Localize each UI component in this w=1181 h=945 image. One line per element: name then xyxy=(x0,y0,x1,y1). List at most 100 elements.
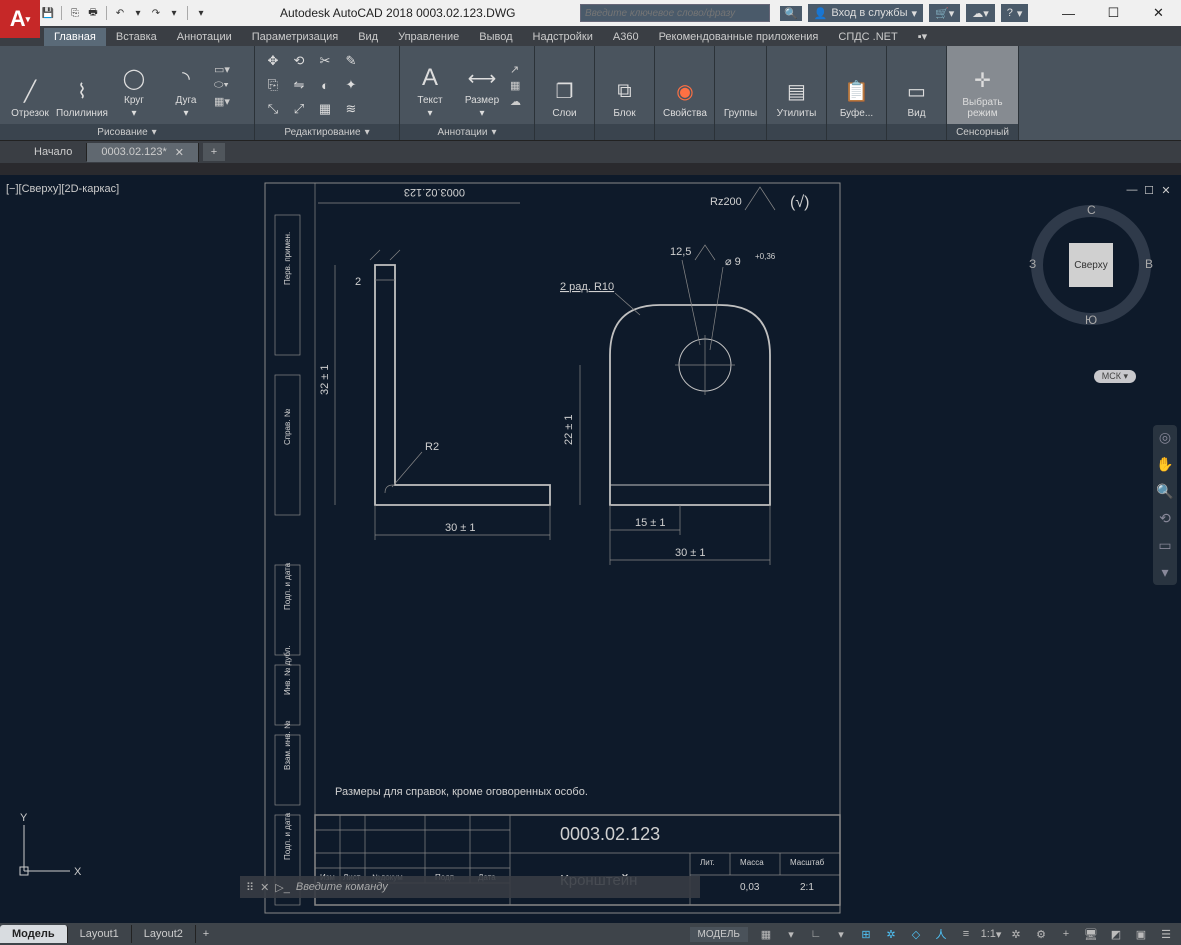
polar-icon[interactable]: ✲ xyxy=(880,925,902,943)
viewcube[interactable]: Сверху С Ю В З xyxy=(1031,205,1151,325)
model-space-badge[interactable]: МОДЕЛЬ xyxy=(690,927,748,942)
redo-icon[interactable]: ↷ xyxy=(148,5,164,21)
rect-icon[interactable]: ▭▾ xyxy=(214,63,230,76)
move-icon[interactable]: ✥ xyxy=(261,50,285,72)
explode-icon[interactable]: ✦ xyxy=(339,74,363,96)
lineweight-icon[interactable]: ≡ xyxy=(955,925,977,943)
select-mode-button[interactable]: ✛Выбрать режим xyxy=(953,49,1012,121)
text-button[interactable]: АТекст▾ xyxy=(406,49,454,121)
command-line[interactable]: ⠿ ✕ ▷_ Введите команду xyxy=(240,876,700,898)
trim-icon[interactable]: ✂ xyxy=(313,50,337,72)
annomarker-icon[interactable]: + xyxy=(1055,925,1077,943)
undo-icon[interactable]: ↶ xyxy=(112,5,128,21)
tab-spds[interactable]: СПДС .NET xyxy=(828,28,907,46)
otrack-icon[interactable]: 人 xyxy=(930,925,952,943)
stretch-icon[interactable]: ⤡ xyxy=(261,98,285,120)
layout-add-button[interactable]: + xyxy=(196,928,216,940)
nav-expand-icon[interactable]: ▾ xyxy=(1161,564,1168,581)
status-dropdown-icon[interactable]: ▾ xyxy=(780,925,802,943)
cloud-icon[interactable]: ☁ xyxy=(510,95,521,108)
minimize-button[interactable]: ― xyxy=(1046,0,1091,26)
tab-addins[interactable]: Надстройки xyxy=(523,28,603,46)
ortho-icon[interactable]: ⊞ xyxy=(855,925,877,943)
clipboard-button[interactable]: 📋Буфе... xyxy=(833,49,880,121)
vp-minimize-icon[interactable]: ― xyxy=(1125,183,1139,197)
scale-icon[interactable]: ⤢ xyxy=(287,98,311,120)
tab-parametric[interactable]: Параметризация xyxy=(242,28,348,46)
layers-button[interactable]: ❐Слои xyxy=(541,49,588,121)
maximize-button[interactable]: ☐ xyxy=(1091,0,1136,26)
osnap-icon[interactable]: ◇ xyxy=(905,925,927,943)
wcs-badge[interactable]: МСК ▾ xyxy=(1094,370,1136,383)
tab-manage[interactable]: Управление xyxy=(388,28,469,46)
viewcube-face[interactable]: Сверху xyxy=(1069,243,1113,287)
tab-a360[interactable]: A360 xyxy=(603,28,649,46)
drawing-canvas[interactable]: [−][Сверху][2D-каркас] ― ☐ ✕ 0003.02.123… xyxy=(0,175,1181,923)
copy-icon[interactable]: ⎘ xyxy=(261,74,285,96)
close-icon[interactable]: ✕ xyxy=(175,146,184,159)
mirror-icon[interactable]: ⇋ xyxy=(287,74,311,96)
offset-icon[interactable]: ≋ xyxy=(339,98,363,120)
annovisibility-icon[interactable]: ✲ xyxy=(1005,925,1027,943)
close-button[interactable]: ✕ xyxy=(1136,0,1181,26)
tab-output[interactable]: Вывод xyxy=(469,28,522,46)
tab-insert[interactable]: Вставка xyxy=(106,28,167,46)
table-icon[interactable]: ▦ xyxy=(510,79,521,92)
ellipse-icon[interactable]: ⬭▾ xyxy=(214,79,230,92)
cleanscreen-icon[interactable]: ▣ xyxy=(1130,925,1152,943)
nav-wheel-icon[interactable]: ◎ xyxy=(1159,429,1171,446)
grid-icon[interactable]: ▦ xyxy=(755,925,777,943)
props-button[interactable]: ◉Свойства xyxy=(661,49,709,121)
arc-button[interactable]: ◝Дуга▾ xyxy=(162,49,210,121)
signin-button[interactable]: 👤 Вход в службы ▾ xyxy=(808,4,923,22)
workspace-icon[interactable]: ⚙ xyxy=(1030,925,1052,943)
erase-icon[interactable]: ✎ xyxy=(339,50,363,72)
save-icon[interactable]: 💾 xyxy=(40,5,56,21)
dropdown-icon[interactable]: ▾ xyxy=(130,5,146,21)
nav-showmotion-icon[interactable]: ▭ xyxy=(1158,537,1171,554)
tab-view[interactable]: Вид xyxy=(348,28,388,46)
app-logo[interactable]: A▾ xyxy=(0,0,40,38)
panel-draw-label[interactable]: Рисование ▾ xyxy=(0,124,254,140)
tab-annotate[interactable]: Аннотации xyxy=(167,28,242,46)
tab-extra-icon[interactable]: ▪▾ xyxy=(908,27,937,46)
hardware-icon[interactable]: 🖥 xyxy=(1080,925,1102,943)
panel-edit-label[interactable]: Редактирование ▾ xyxy=(255,124,399,140)
cmd-close-icon[interactable]: ✕ xyxy=(260,881,269,894)
tab-start[interactable]: Начало xyxy=(20,143,87,161)
qat-more-icon[interactable]: ▾ xyxy=(193,5,209,21)
rotate-icon[interactable]: ⟲ xyxy=(287,50,311,72)
help-icon[interactable]: ?▾ xyxy=(1001,4,1029,22)
nav-pan-icon[interactable]: ✋ xyxy=(1156,456,1173,473)
polyline-button[interactable]: ⌇Полилиния xyxy=(58,49,106,121)
isolate-icon[interactable]: ◩ xyxy=(1105,925,1127,943)
nav-orbit-icon[interactable]: ⟲ xyxy=(1159,510,1171,527)
fillet-icon[interactable]: ◐ xyxy=(313,74,337,96)
vp-close-icon[interactable]: ✕ xyxy=(1159,183,1173,197)
snap-icon[interactable]: ∟ xyxy=(805,925,827,943)
block-button[interactable]: ⧉Блок xyxy=(601,49,648,121)
exchange-icon[interactable]: 🛒▾ xyxy=(929,4,960,22)
panel-anno-label[interactable]: Аннотации ▾ xyxy=(400,124,534,140)
layout-tab-model[interactable]: Модель xyxy=(0,925,68,943)
cmd-handle-icon[interactable]: ⠿ xyxy=(246,881,254,894)
dropdown-icon[interactable]: ▾ xyxy=(166,5,182,21)
view-button[interactable]: ▭Вид xyxy=(893,49,940,121)
status-dropdown-icon[interactable]: ▾ xyxy=(830,925,852,943)
search-input[interactable] xyxy=(580,4,770,22)
leader-icon[interactable]: ↗ xyxy=(510,63,521,76)
ucs-icon[interactable]: X Y xyxy=(12,813,82,883)
tab-featured[interactable]: Рекомендованные приложения xyxy=(649,28,829,46)
circle-button[interactable]: ◯Круг▾ xyxy=(110,49,158,121)
vp-maximize-icon[interactable]: ☐ xyxy=(1142,183,1156,197)
annoscale-label[interactable]: 1:1▾ xyxy=(980,925,1002,943)
customize-icon[interactable]: ☰ xyxy=(1155,925,1177,943)
line-button[interactable]: ╱Отрезок xyxy=(6,49,54,121)
array-icon[interactable]: ▦ xyxy=(313,98,337,120)
hatch-icon[interactable]: ▦▾ xyxy=(214,95,230,108)
tab-home[interactable]: Главная xyxy=(44,28,106,46)
nav-zoom-icon[interactable]: 🔍 xyxy=(1156,483,1173,500)
a360-icon[interactable]: ☁▾ xyxy=(966,4,995,22)
groups-button[interactable]: Группы xyxy=(721,49,760,121)
tab-document[interactable]: 0003.02.123*✕ xyxy=(87,143,199,162)
